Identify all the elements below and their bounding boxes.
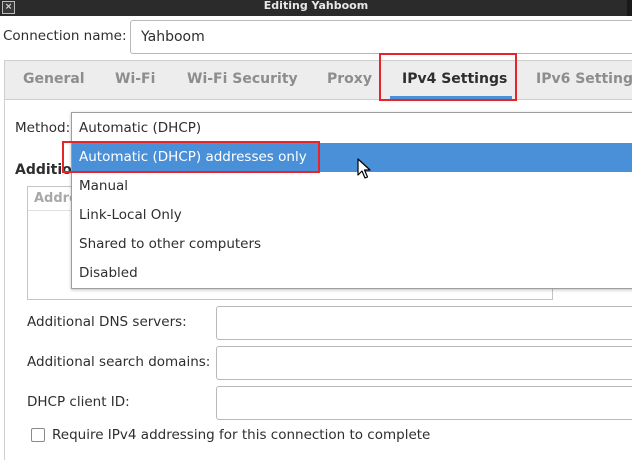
require-ipv4-label[interactable]: Require IPv4 addressing for this connect… [52,427,430,443]
window-titlebar: × Editing Yahboom [0,0,632,16]
method-option-link-local[interactable]: Link-Local Only [72,201,632,230]
method-option-manual[interactable]: Manual [72,172,632,201]
window-title: Editing Yahboom [263,0,369,12]
annotation-box-option [62,141,320,173]
method-dropdown-list[interactable]: Automatic (DHCP) Automatic (DHCP) addres… [71,112,632,289]
tab-wifi-security[interactable]: Wi-Fi Security [187,71,298,87]
require-ipv4-checkbox[interactable] [31,428,45,442]
method-label: Method: [15,120,71,136]
annotation-box-tab [379,53,517,101]
tab-strip: General Wi-Fi Wi-Fi Security Proxy IPv4 … [4,60,632,100]
connection-name-label: Connection name: [3,28,127,44]
tab-ipv6-settings[interactable]: IPv6 Settings [536,71,632,87]
tab-general[interactable]: General [23,71,85,87]
titlebar-edge [627,0,632,16]
tab-proxy[interactable]: Proxy [327,71,372,87]
tab-wifi[interactable]: Wi-Fi [115,71,155,87]
dns-servers-input[interactable] [216,306,632,340]
close-icon[interactable]: × [2,1,15,14]
mouse-pointer-icon [357,158,371,179]
dhcp-client-id-input[interactable] [216,386,632,420]
search-domains-input[interactable] [216,346,632,380]
dns-servers-label: Additional DNS servers: [27,314,187,330]
connection-name-input[interactable]: Yahboom [130,20,632,54]
method-option-shared[interactable]: Shared to other computers [72,230,632,259]
method-option-disabled[interactable]: Disabled [72,259,632,288]
dhcp-client-id-label: DHCP client ID: [27,394,130,410]
method-option-automatic-dhcp[interactable]: Automatic (DHCP) [72,114,632,143]
search-domains-label: Additional search domains: [27,354,211,370]
